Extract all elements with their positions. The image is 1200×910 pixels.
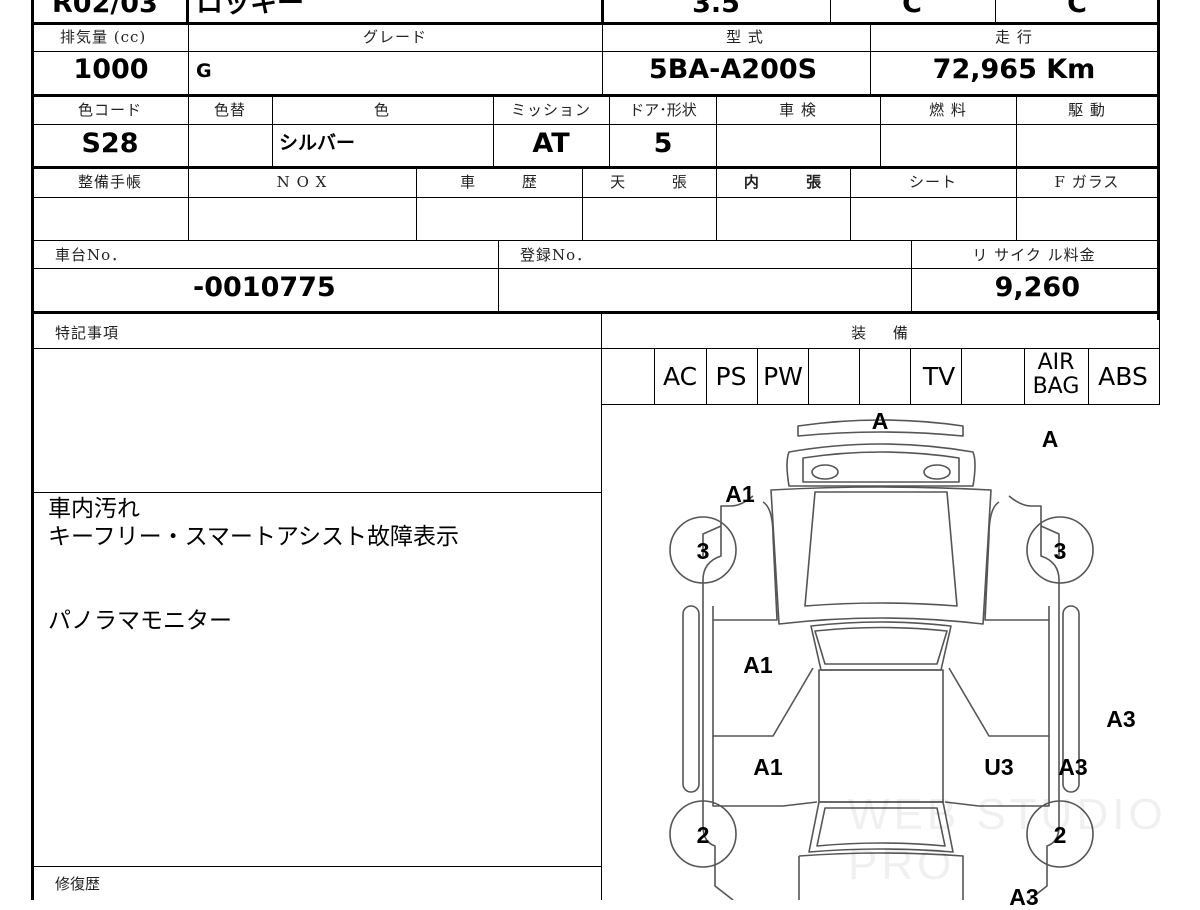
damage-right-quarter: A3 (1058, 754, 1088, 780)
car-name: ロッキー (196, 0, 304, 19)
damage-front-left-fender: A1 (725, 481, 755, 507)
label-maintenance: 整備手帳 (77, 173, 143, 191)
label-seat: シート (908, 173, 958, 191)
label-fuel: 燃 料 (929, 101, 967, 119)
wheel-rear-left: 2 (696, 822, 710, 848)
value-mission: AT (532, 128, 570, 159)
note-line-1: 車内汚れ (48, 496, 140, 522)
value-displacement: 1000 (73, 54, 149, 85)
equip-airbag-line2: BAG (1032, 374, 1080, 399)
label-registration: 登録No． (520, 246, 593, 264)
damage-front-bumper: A (871, 408, 889, 434)
value-color: シルバー (279, 132, 356, 154)
overall-score: 3.5 (692, 0, 740, 19)
value-mileage: 72,965 Km (932, 54, 1096, 85)
watermark: WEB STUDIO PRO (848, 790, 1167, 889)
value-model-code: 5BA-A200S (648, 54, 818, 85)
value-color-code: S28 (81, 128, 139, 159)
label-displacement: 排気量 (cc) (60, 28, 147, 46)
value-recycle: 9,260 (994, 272, 1080, 303)
value-door-shape: 5 (653, 128, 673, 159)
equip-ps: PS (715, 362, 747, 391)
label-glass: F ガラス (1054, 173, 1120, 191)
wheel-front-right: 3 (1053, 538, 1067, 564)
equip-tv: TV (922, 362, 956, 391)
wheel-front-left: 3 (696, 538, 710, 564)
label-door-shape: ドア･形状 (629, 101, 697, 119)
label-inspection: 車 検 (779, 101, 817, 119)
label-grade: グレード (362, 28, 428, 46)
interior-score: C (902, 0, 922, 19)
label-recycle: リ サイク ル料金 (972, 246, 1096, 264)
label-nox: N O X (276, 173, 328, 191)
label-interior: 内 張 (743, 173, 823, 191)
label-mileage: 走 行 (995, 28, 1033, 46)
exterior-score: C (1067, 0, 1087, 19)
damage-left-rear-door: A1 (753, 754, 783, 780)
value-chassis: -0010775 (193, 272, 336, 303)
label-drive: 駆 動 (1068, 101, 1106, 119)
label-chassis: 車台No． (55, 246, 128, 264)
label-mission: ミッション (510, 101, 592, 119)
label-repair: 修復歴 (55, 875, 101, 893)
damage-front-right: A (1041, 426, 1059, 452)
equip-ac: AC (662, 362, 698, 391)
equip-pw: PW (763, 362, 803, 391)
damage-left-front-door: A1 (743, 652, 773, 678)
damage-right-rear-door: U3 (984, 754, 1014, 780)
label-color-code: 色コード (77, 101, 143, 119)
equip-airbag-line1: AIR (1037, 350, 1075, 375)
equip-abs: ABS (1098, 362, 1148, 391)
label-color: 色 (373, 101, 391, 119)
label-roof: 天 張 (610, 173, 688, 191)
note-line-3: パノラマモニター (48, 608, 232, 634)
label-model-code: 型 式 (726, 28, 764, 46)
label-remarks: 特記事項 (55, 324, 120, 342)
note-line-2: キーフリー・スマートアシスト故障表示 (48, 524, 460, 550)
value-grade: G (196, 60, 212, 82)
label-history: 車 歴 (460, 173, 538, 191)
label-equipment: 装 備 (851, 324, 909, 342)
damage-right-side-a3: A3 (1106, 706, 1136, 732)
label-color-change: 色替 (213, 101, 247, 119)
auction-date: R02/03 (52, 0, 158, 19)
